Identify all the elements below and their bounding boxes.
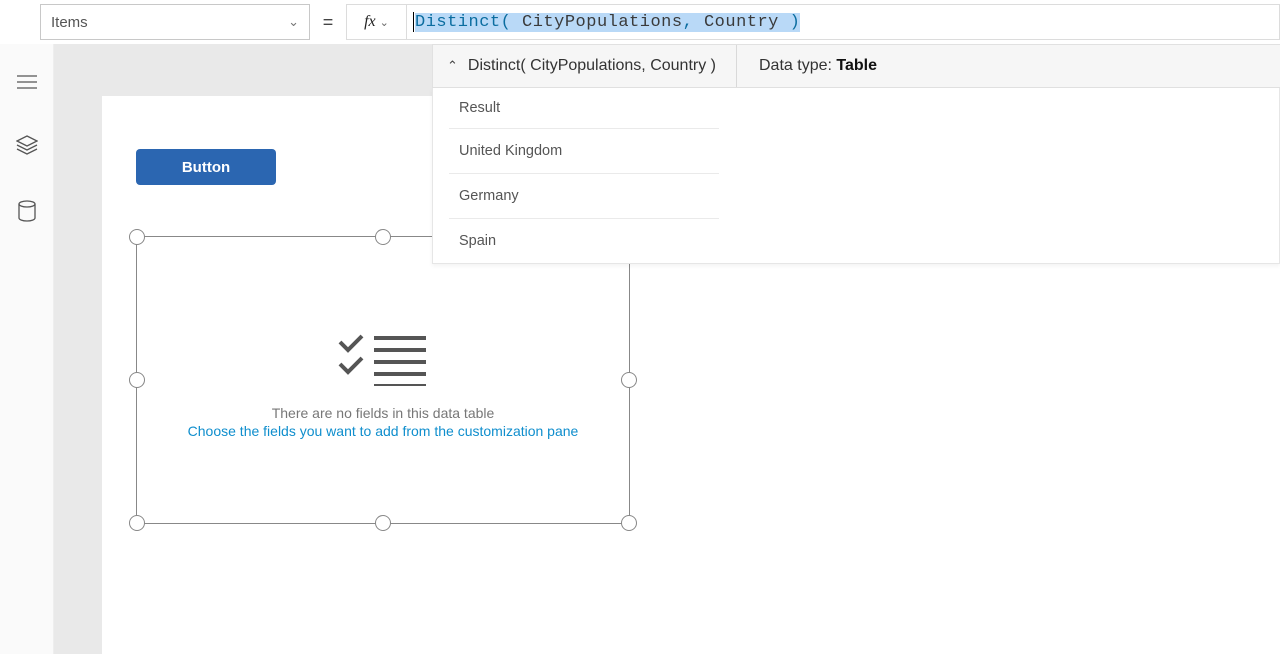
formula-result-bar: ⌃ Distinct( CityPopulations, Country ) D… bbox=[432, 44, 1280, 88]
resize-handle[interactable] bbox=[129, 515, 145, 531]
empty-state-text: There are no fields in this data table bbox=[137, 405, 629, 421]
formula-bar: Items ⌄ = fx ⌄ Distinct( CityPopulations… bbox=[0, 0, 1280, 44]
data-table-control[interactable]: There are no fields in this data table C… bbox=[136, 236, 630, 524]
left-sidebar bbox=[0, 44, 54, 654]
button-control[interactable]: Button bbox=[136, 149, 276, 185]
data-icon[interactable] bbox=[18, 200, 36, 227]
resize-handle[interactable] bbox=[375, 229, 391, 245]
result-column-header: Result bbox=[449, 88, 719, 129]
result-expression-segment[interactable]: ⌃ Distinct( CityPopulations, Country ) bbox=[433, 45, 737, 87]
fx-button[interactable]: fx ⌄ bbox=[346, 4, 406, 40]
formula-token: CityPopulations bbox=[511, 13, 682, 32]
equals-label: = bbox=[310, 12, 346, 33]
formula-token: ) bbox=[790, 13, 801, 32]
formula-input[interactable]: Distinct( CityPopulations, Country ) bbox=[406, 4, 1280, 40]
resize-handle[interactable] bbox=[621, 515, 637, 531]
chevron-down-icon: ⌄ bbox=[380, 16, 389, 29]
hamburger-icon[interactable] bbox=[17, 74, 37, 95]
result-row: United Kingdom bbox=[449, 129, 719, 174]
empty-state-link[interactable]: Choose the fields you want to add from t… bbox=[137, 423, 629, 439]
resize-handle[interactable] bbox=[129, 229, 145, 245]
result-expression: Distinct( CityPopulations, Country ) bbox=[468, 57, 716, 75]
result-datatype-segment: Data type: Table bbox=[737, 57, 899, 75]
datatype-label: Data type: bbox=[759, 57, 836, 74]
formula-token: Distinct( bbox=[415, 13, 511, 32]
layers-icon[interactable] bbox=[16, 135, 38, 160]
result-row: Spain bbox=[449, 219, 719, 263]
formula-token: Country bbox=[693, 13, 789, 32]
chevron-up-icon: ⌃ bbox=[447, 58, 458, 74]
property-selector[interactable]: Items ⌄ bbox=[40, 4, 310, 40]
resize-handle[interactable] bbox=[375, 515, 391, 531]
formula-result-panel: Result United Kingdom Germany Spain bbox=[432, 88, 1280, 264]
result-row: Germany bbox=[449, 174, 719, 219]
checklist-icon bbox=[338, 332, 428, 386]
text-cursor bbox=[413, 12, 414, 32]
fx-label: fx bbox=[364, 13, 376, 31]
formula-token: , bbox=[683, 13, 694, 32]
property-selector-value: Items bbox=[51, 14, 88, 31]
datatype-value: Table bbox=[836, 57, 877, 74]
data-table-empty-state: There are no fields in this data table C… bbox=[137, 332, 629, 439]
chevron-down-icon: ⌄ bbox=[288, 14, 299, 30]
